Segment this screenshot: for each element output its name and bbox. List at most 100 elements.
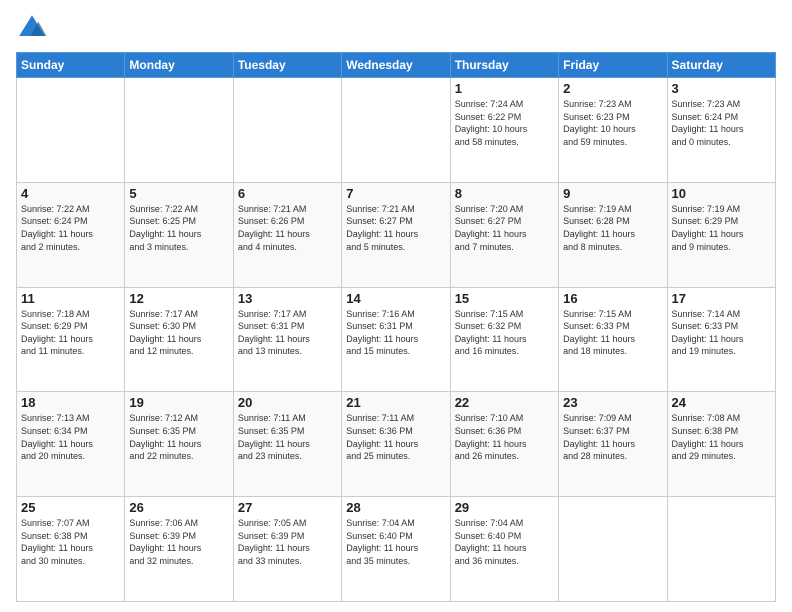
day-cell: 13Sunrise: 7:17 AM Sunset: 6:31 PM Dayli… <box>233 287 341 392</box>
day-cell: 2 Sunrise: 7:23 AM Sunset: 6:23 PM Daylig… <box>559 78 667 183</box>
day-cell: 20 Sunrise: 7:11 AM Sunset: 6:35 PM Dayli… <box>233 392 341 497</box>
day-cell: 4 Sunrise: 7:22 AM Sunset: 6:24 PM Daylig… <box>17 182 125 287</box>
day-cell: 6 Sunrise: 7:21 AM Sunset: 6:26 PM Daylig… <box>233 182 341 287</box>
day-info: Sunrise: 7:14 AM Sunset: 6:33 PM Dayligh… <box>672 308 771 358</box>
day-number: 2 <box>563 81 662 96</box>
day-cell: 17Sunrise: 7:14 AM Sunset: 6:33 PM Dayli… <box>667 287 775 392</box>
day-number: 4 <box>21 186 120 201</box>
day-cell: 12 Sunrise: 7:17 AM Sunset: 6:30 PM Dayli… <box>125 287 233 392</box>
day-number: 10 <box>672 186 771 201</box>
day-number: 7 <box>346 186 445 201</box>
day-number: 14 <box>346 291 445 306</box>
day-cell <box>667 497 775 602</box>
weekday-header-monday: Monday <box>125 53 233 78</box>
day-cell: 10 Sunrise: 7:19 AM Sunset: 6:29 PM Dayli… <box>667 182 775 287</box>
day-number: 29 <box>455 500 554 515</box>
day-info: Sunrise: 7:15 AM Sunset: 6:32 PM Dayligh… <box>455 308 554 358</box>
week-row-1: 4 Sunrise: 7:22 AM Sunset: 6:24 PM Daylig… <box>17 182 776 287</box>
day-info: Sunrise: 7:18 AM Sunset: 6:29 PM Dayligh… <box>21 308 120 358</box>
day-info: Sunrise: 7:21 AM Sunset: 6:26 PM Dayligh… <box>238 203 337 253</box>
day-cell: 15 Sunrise: 7:15 AM Sunset: 6:32 PM Dayli… <box>450 287 558 392</box>
day-info: Sunrise: 7:07 AM Sunset: 6:38 PM Dayligh… <box>21 517 120 567</box>
day-number: 28 <box>346 500 445 515</box>
weekday-header-saturday: Saturday <box>667 53 775 78</box>
weekday-header-row: SundayMondayTuesdayWednesdayThursdayFrid… <box>17 53 776 78</box>
day-info: Sunrise: 7:13 AM Sunset: 6:34 PM Dayligh… <box>21 412 120 462</box>
header <box>16 12 776 44</box>
day-info: Sunrise: 7:11 AM Sunset: 6:35 PM Dayligh… <box>238 412 337 462</box>
day-info: Sunrise: 7:19 AM Sunset: 6:29 PM Dayligh… <box>672 203 771 253</box>
day-info: Sunrise: 7:04 AM Sunset: 6:40 PM Dayligh… <box>455 517 554 567</box>
day-number: 1 <box>455 81 554 96</box>
day-cell: 3Sunrise: 7:23 AM Sunset: 6:24 PM Daylig… <box>667 78 775 183</box>
day-info: Sunrise: 7:19 AM Sunset: 6:28 PM Dayligh… <box>563 203 662 253</box>
day-cell <box>233 78 341 183</box>
day-cell: 23 Sunrise: 7:09 AM Sunset: 6:37 PM Dayli… <box>559 392 667 497</box>
day-info: Sunrise: 7:24 AM Sunset: 6:22 PM Dayligh… <box>455 98 554 148</box>
day-number: 16 <box>563 291 662 306</box>
day-cell: 11 Sunrise: 7:18 AM Sunset: 6:29 PM Dayli… <box>17 287 125 392</box>
day-number: 12 <box>129 291 228 306</box>
logo <box>16 12 52 44</box>
day-info: Sunrise: 7:20 AM Sunset: 6:27 PM Dayligh… <box>455 203 554 253</box>
day-cell <box>17 78 125 183</box>
day-number: 27 <box>238 500 337 515</box>
weekday-header-tuesday: Tuesday <box>233 53 341 78</box>
day-info: Sunrise: 7:11 AM Sunset: 6:36 PM Dayligh… <box>346 412 445 462</box>
day-info: Sunrise: 7:23 AM Sunset: 6:23 PM Dayligh… <box>563 98 662 148</box>
day-cell: 1 Sunrise: 7:24 AM Sunset: 6:22 PM Daylig… <box>450 78 558 183</box>
day-number: 6 <box>238 186 337 201</box>
day-number: 22 <box>455 395 554 410</box>
day-number: 8 <box>455 186 554 201</box>
day-cell: 29 Sunrise: 7:04 AM Sunset: 6:40 PM Dayli… <box>450 497 558 602</box>
logo-icon <box>16 12 48 44</box>
day-cell <box>125 78 233 183</box>
day-info: Sunrise: 7:06 AM Sunset: 6:39 PM Dayligh… <box>129 517 228 567</box>
day-info: Sunrise: 7:23 AM Sunset: 6:24 PM Dayligh… <box>672 98 771 148</box>
day-number: 20 <box>238 395 337 410</box>
day-cell: 9 Sunrise: 7:19 AM Sunset: 6:28 PM Daylig… <box>559 182 667 287</box>
day-info: Sunrise: 7:15 AM Sunset: 6:33 PM Dayligh… <box>563 308 662 358</box>
day-info: Sunrise: 7:21 AM Sunset: 6:27 PM Dayligh… <box>346 203 445 253</box>
day-cell: 25 Sunrise: 7:07 AM Sunset: 6:38 PM Dayli… <box>17 497 125 602</box>
day-cell: 18Sunrise: 7:13 AM Sunset: 6:34 PM Dayli… <box>17 392 125 497</box>
day-cell: 5 Sunrise: 7:22 AM Sunset: 6:25 PM Daylig… <box>125 182 233 287</box>
week-row-3: 18Sunrise: 7:13 AM Sunset: 6:34 PM Dayli… <box>17 392 776 497</box>
week-row-2: 11 Sunrise: 7:18 AM Sunset: 6:29 PM Dayli… <box>17 287 776 392</box>
day-cell: 27Sunrise: 7:05 AM Sunset: 6:39 PM Dayli… <box>233 497 341 602</box>
day-number: 23 <box>563 395 662 410</box>
day-cell <box>559 497 667 602</box>
day-info: Sunrise: 7:17 AM Sunset: 6:30 PM Dayligh… <box>129 308 228 358</box>
day-info: Sunrise: 7:16 AM Sunset: 6:31 PM Dayligh… <box>346 308 445 358</box>
weekday-header-thursday: Thursday <box>450 53 558 78</box>
day-number: 15 <box>455 291 554 306</box>
day-info: Sunrise: 7:12 AM Sunset: 6:35 PM Dayligh… <box>129 412 228 462</box>
day-cell: 16 Sunrise: 7:15 AM Sunset: 6:33 PM Dayli… <box>559 287 667 392</box>
weekday-header-sunday: Sunday <box>17 53 125 78</box>
day-cell <box>342 78 450 183</box>
calendar: SundayMondayTuesdayWednesdayThursdayFrid… <box>16 52 776 602</box>
day-cell: 19 Sunrise: 7:12 AM Sunset: 6:35 PM Dayli… <box>125 392 233 497</box>
day-info: Sunrise: 7:08 AM Sunset: 6:38 PM Dayligh… <box>672 412 771 462</box>
day-number: 21 <box>346 395 445 410</box>
day-cell: 21 Sunrise: 7:11 AM Sunset: 6:36 PM Dayli… <box>342 392 450 497</box>
weekday-header-wednesday: Wednesday <box>342 53 450 78</box>
weekday-header-friday: Friday <box>559 53 667 78</box>
day-number: 5 <box>129 186 228 201</box>
day-number: 19 <box>129 395 228 410</box>
day-info: Sunrise: 7:22 AM Sunset: 6:25 PM Dayligh… <box>129 203 228 253</box>
week-row-4: 25 Sunrise: 7:07 AM Sunset: 6:38 PM Dayli… <box>17 497 776 602</box>
day-cell: 26Sunrise: 7:06 AM Sunset: 6:39 PM Dayli… <box>125 497 233 602</box>
day-number: 9 <box>563 186 662 201</box>
day-info: Sunrise: 7:22 AM Sunset: 6:24 PM Dayligh… <box>21 203 120 253</box>
week-row-0: 1 Sunrise: 7:24 AM Sunset: 6:22 PM Daylig… <box>17 78 776 183</box>
day-cell: 28 Sunrise: 7:04 AM Sunset: 6:40 PM Dayli… <box>342 497 450 602</box>
day-number: 13 <box>238 291 337 306</box>
day-info: Sunrise: 7:04 AM Sunset: 6:40 PM Dayligh… <box>346 517 445 567</box>
day-cell: 22 Sunrise: 7:10 AM Sunset: 6:36 PM Dayli… <box>450 392 558 497</box>
day-info: Sunrise: 7:09 AM Sunset: 6:37 PM Dayligh… <box>563 412 662 462</box>
day-number: 11 <box>21 291 120 306</box>
day-number: 25 <box>21 500 120 515</box>
day-info: Sunrise: 7:10 AM Sunset: 6:36 PM Dayligh… <box>455 412 554 462</box>
day-number: 24 <box>672 395 771 410</box>
